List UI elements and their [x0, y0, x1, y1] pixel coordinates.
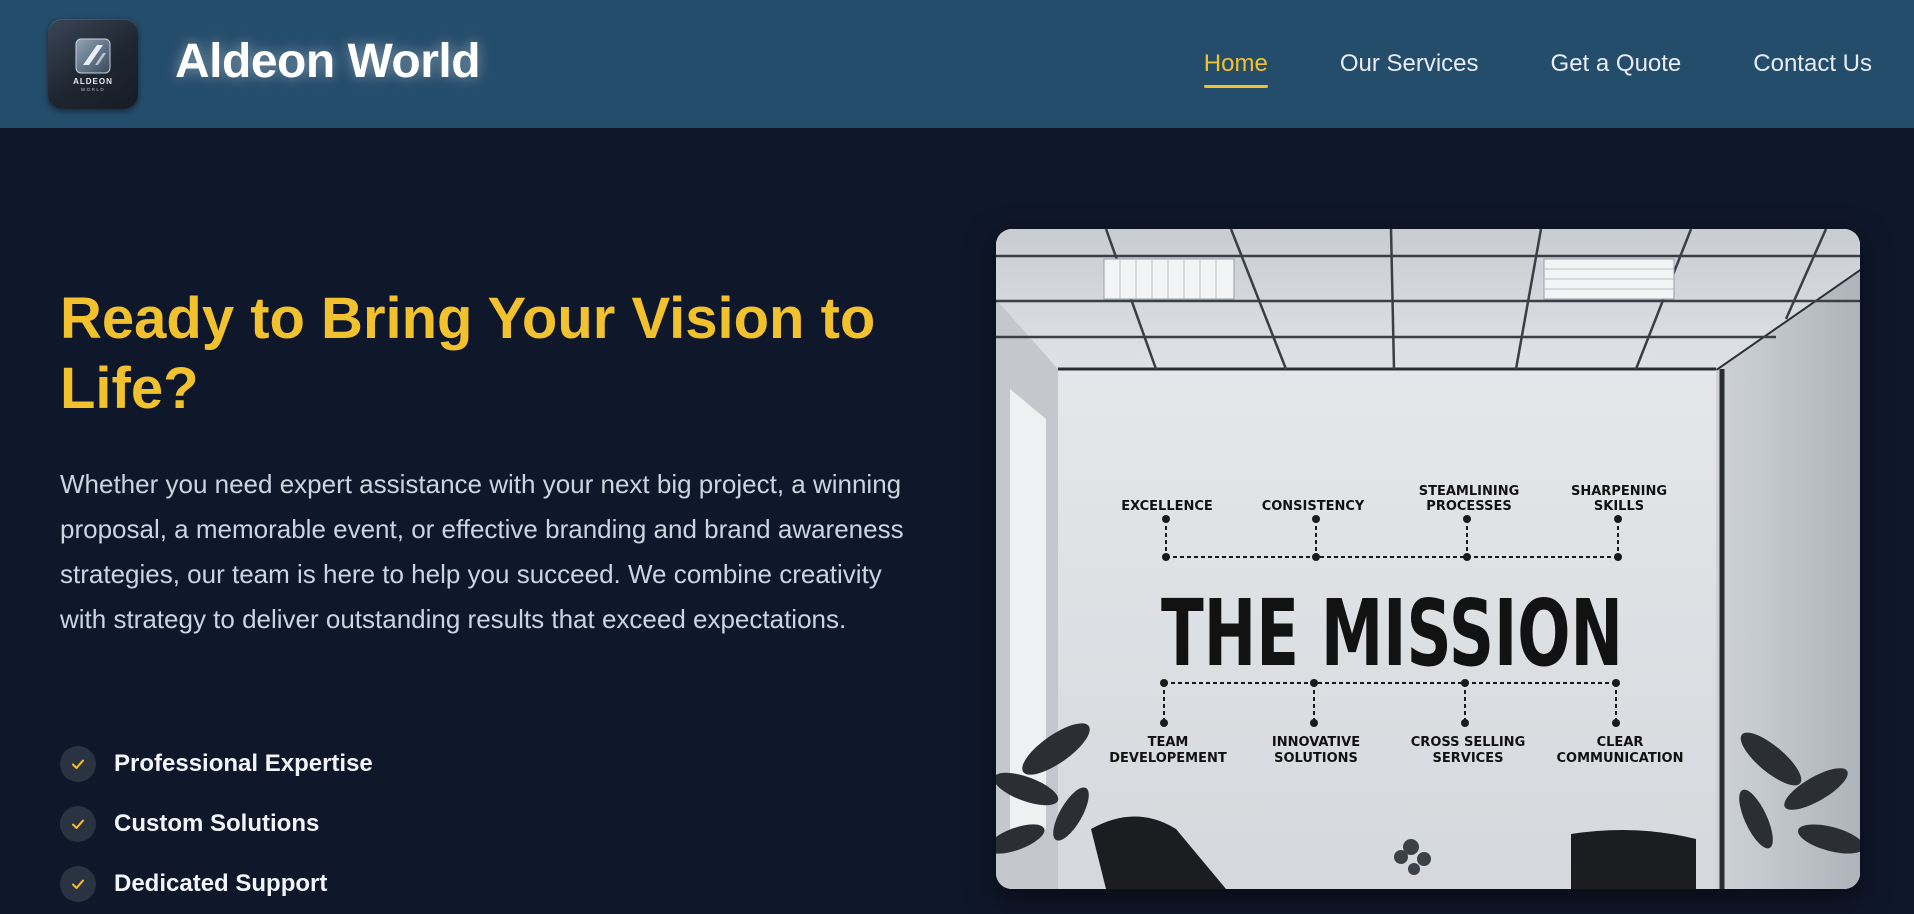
check-icon — [60, 806, 96, 842]
feature-list: Professional Expertise Custom Solutions … — [60, 734, 373, 914]
mission-bottom-label: COMMUNICATION — [1557, 751, 1684, 766]
mission-bottom-label: SOLUTIONS — [1274, 751, 1358, 766]
mission-bottom-label: INNOVATIVE — [1272, 735, 1360, 750]
mission-bottom-label: DEVELOPEMENT — [1109, 751, 1227, 766]
mission-top-label: PROCESSES — [1426, 499, 1511, 514]
mission-image: EXCELLENCE CONSISTENCY STEAMLINING PROCE… — [996, 229, 1860, 889]
mission-heading: THE MISSION — [1161, 580, 1623, 687]
logo-word: ALDEON — [73, 76, 113, 86]
nav-contact-us[interactable]: Contact Us — [1753, 48, 1872, 84]
brand-name[interactable]: Aldeon World — [175, 34, 481, 89]
nav-our-services[interactable]: Our Services — [1340, 48, 1479, 84]
check-icon — [60, 746, 96, 782]
mission-top-label: EXCELLENCE — [1121, 499, 1213, 514]
nav-get-a-quote[interactable]: Get a Quote — [1551, 48, 1682, 84]
logo-mark-icon — [75, 38, 111, 73]
mission-bottom-label: CLEAR — [1597, 735, 1644, 750]
mission-bottom-label: CROSS SELLING — [1411, 735, 1525, 750]
feature-item: Dedicated Support — [60, 854, 373, 914]
feature-label: Dedicated Support — [114, 870, 328, 897]
feature-label: Custom Solutions — [114, 810, 320, 837]
feature-item: Custom Solutions — [60, 794, 373, 854]
mission-bottom-label: TEAM — [1148, 735, 1189, 750]
mission-top-label: SHARPENING — [1571, 484, 1667, 499]
site-header: ALDEON WORLD Aldeon World Home Our Servi… — [0, 0, 1914, 128]
hero-description: Whether you need expert assistance with … — [60, 469, 904, 634]
nav-home[interactable]: Home — [1203, 48, 1268, 88]
main-nav: Home Our Services Get a Quote Contact Us — [1132, 48, 1872, 88]
mission-top-label: STEAMLINING — [1419, 484, 1520, 499]
feature-label: Professional Expertise — [114, 750, 373, 777]
logo[interactable]: ALDEON WORLD — [48, 19, 138, 109]
hero-title: Ready to Bring Your Vision to Life? — [60, 286, 876, 421]
mission-top-label: SKILLS — [1594, 499, 1644, 514]
feature-item: Professional Expertise — [60, 734, 373, 794]
check-icon — [60, 866, 96, 902]
mission-bottom-label: SERVICES — [1433, 751, 1504, 766]
mission-wall-illustration: EXCELLENCE CONSISTENCY STEAMLINING PROCE… — [996, 229, 1860, 889]
logo-sub: WORLD — [80, 86, 106, 92]
mission-top-label: CONSISTENCY — [1262, 499, 1365, 514]
